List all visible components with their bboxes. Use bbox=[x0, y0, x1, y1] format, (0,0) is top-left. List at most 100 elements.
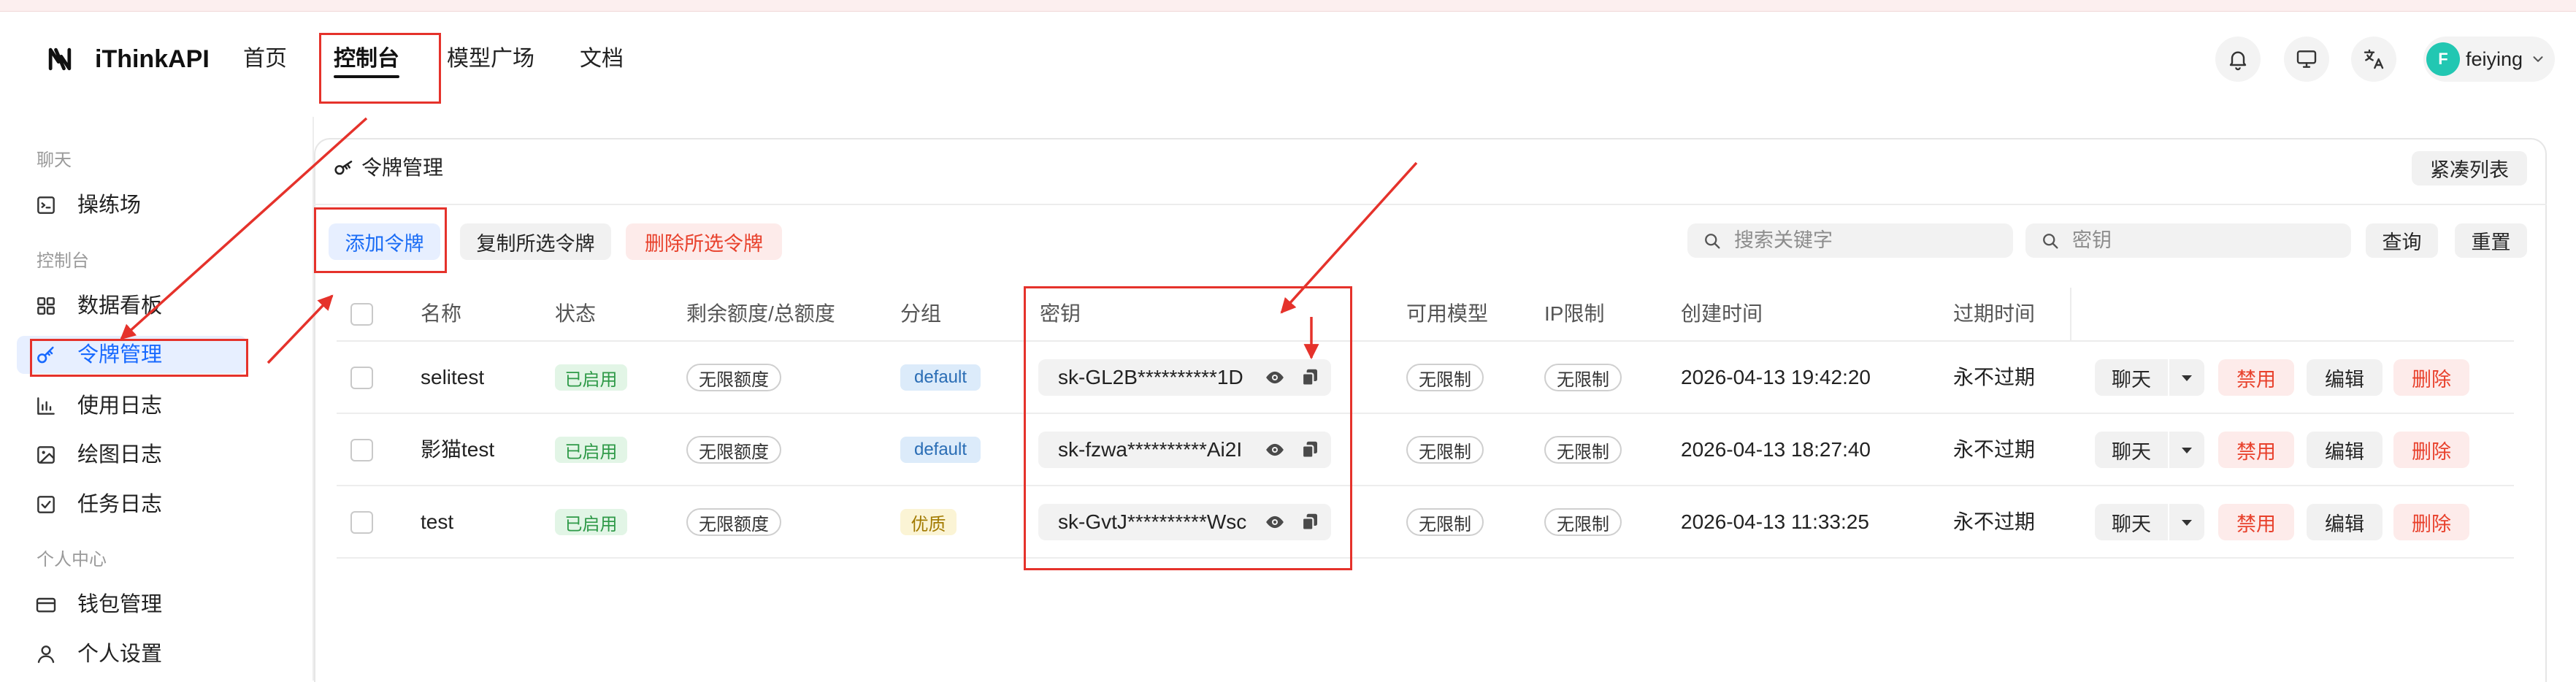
row-divider bbox=[337, 557, 2514, 559]
quota-badge: 无限额度 bbox=[686, 364, 781, 391]
created-time: 2026-04-13 18:27:40 bbox=[1681, 438, 1871, 461]
token-name: selitest bbox=[421, 366, 485, 388]
token-name: test bbox=[421, 510, 454, 533]
brand-logo-icon[interactable] bbox=[44, 43, 76, 75]
edit-button[interactable]: 编辑 bbox=[2307, 359, 2383, 396]
chevron-down-icon bbox=[2530, 51, 2546, 67]
search-icon bbox=[2040, 231, 2061, 251]
group-badge: 优质 bbox=[900, 509, 957, 535]
nav-home[interactable]: 首页 bbox=[243, 45, 287, 74]
sidebar-item-dashboard[interactable]: 数据看板 bbox=[17, 287, 247, 325]
disable-button[interactable]: 禁用 bbox=[2218, 504, 2294, 540]
quota-badge: 无限额度 bbox=[686, 436, 781, 464]
row-checkbox[interactable] bbox=[350, 367, 373, 389]
nav-model-square[interactable]: 模型广场 bbox=[447, 45, 534, 74]
annotation-box-key-column bbox=[1024, 286, 1352, 570]
nav-docs[interactable]: 文档 bbox=[580, 45, 624, 74]
column-header-group[interactable]: 分组 bbox=[900, 301, 941, 327]
models-badge: 无限制 bbox=[1406, 364, 1484, 391]
user-name: feiying bbox=[2466, 48, 2523, 70]
sidebar-section-chat: 聊天 bbox=[37, 150, 72, 170]
expire-time: 永不过期 bbox=[1953, 366, 2036, 388]
actions-column-divider bbox=[2070, 288, 2071, 340]
brand-name[interactable]: iThinkAPI bbox=[95, 45, 210, 74]
column-header-status[interactable]: 状态 bbox=[555, 301, 596, 327]
annotation-box-sidebar-token bbox=[30, 339, 248, 377]
sidebar-item-label: 操练场 bbox=[77, 194, 142, 217]
token-name: 影猫test bbox=[421, 438, 495, 461]
delete-button[interactable]: 删除 bbox=[2393, 432, 2469, 468]
annotation-box-add-token bbox=[314, 207, 447, 273]
ip-limit-badge: 无限制 bbox=[1544, 364, 1622, 391]
ip-limit-badge: 无限制 bbox=[1544, 508, 1622, 536]
column-header-name[interactable]: 名称 bbox=[421, 301, 461, 327]
expire-time: 永不过期 bbox=[1953, 510, 2036, 533]
edit-button[interactable]: 编辑 bbox=[2307, 504, 2383, 540]
chat-button[interactable]: 聊天 bbox=[2095, 504, 2168, 540]
keyword-search-input[interactable] bbox=[1734, 226, 1997, 255]
column-header-created[interactable]: 创建时间 bbox=[1681, 301, 1763, 327]
sidebar-item-settings[interactable]: 个人设置 bbox=[17, 635, 247, 673]
reset-button[interactable]: 重置 bbox=[2455, 223, 2527, 258]
playground-icon bbox=[34, 194, 58, 217]
sidebar-item-wallet[interactable]: 钱包管理 bbox=[17, 586, 247, 624]
translate-icon bbox=[2362, 47, 2385, 71]
status-badge: 已启用 bbox=[555, 364, 627, 391]
column-header-expires[interactable]: 过期时间 bbox=[1953, 301, 2035, 327]
page-title: 令牌管理 bbox=[361, 156, 444, 179]
wallet-icon bbox=[34, 593, 58, 616]
ip-limit-badge: 无限制 bbox=[1544, 436, 1622, 464]
sidebar-item-label: 钱包管理 bbox=[77, 593, 163, 616]
avatar: F bbox=[2426, 42, 2460, 76]
row-checkbox[interactable] bbox=[350, 439, 373, 461]
row-checkbox[interactable] bbox=[350, 511, 373, 534]
query-button[interactable]: 查询 bbox=[2366, 223, 2438, 258]
delete-selected-tokens-button[interactable]: 删除所选令牌 bbox=[626, 223, 782, 260]
select-all-checkbox[interactable] bbox=[350, 303, 373, 326]
sidebar-section-console: 控制台 bbox=[37, 251, 89, 271]
key-search-input[interactable] bbox=[2072, 226, 2335, 255]
notifications-button[interactable] bbox=[2215, 37, 2261, 82]
sidebar-item-label: 个人设置 bbox=[77, 643, 163, 666]
display-mode-button[interactable] bbox=[2284, 37, 2329, 82]
key-search-field[interactable] bbox=[2025, 223, 2351, 258]
chat-button[interactable]: 聊天 bbox=[2095, 359, 2168, 396]
group-badge: default bbox=[900, 437, 981, 463]
sidebar-item-label: 数据看板 bbox=[77, 294, 163, 318]
status-badge: 已启用 bbox=[555, 437, 627, 463]
disable-button[interactable]: 禁用 bbox=[2218, 359, 2294, 396]
chat-dropdown-button[interactable] bbox=[2169, 432, 2204, 468]
keyword-search-field[interactable] bbox=[1687, 223, 2013, 258]
edit-button[interactable]: 编辑 bbox=[2307, 432, 2383, 468]
compact-list-toggle[interactable]: 紧凑列表 bbox=[2412, 151, 2527, 185]
card-header-divider bbox=[314, 204, 2547, 205]
monitor-icon bbox=[2295, 47, 2318, 71]
sidebar-item-playground[interactable]: 操练场 bbox=[17, 186, 247, 224]
group-badge: default bbox=[900, 364, 981, 391]
delete-button[interactable]: 删除 bbox=[2393, 504, 2469, 540]
user-menu-button[interactable]: F feiying bbox=[2423, 37, 2555, 82]
annotation-box-nav-console bbox=[319, 33, 441, 104]
chat-dropdown-button[interactable] bbox=[2169, 359, 2204, 396]
created-time: 2026-04-13 19:42:20 bbox=[1681, 366, 1871, 388]
expire-time: 永不过期 bbox=[1953, 438, 2036, 461]
dashboard-icon bbox=[34, 294, 58, 318]
language-button[interactable] bbox=[2351, 37, 2396, 82]
copy-selected-tokens-button[interactable]: 复制所选令牌 bbox=[460, 223, 611, 260]
disable-button[interactable]: 禁用 bbox=[2218, 432, 2294, 468]
column-header-ip-limit[interactable]: IP限制 bbox=[1544, 301, 1604, 327]
bell-icon bbox=[2226, 47, 2250, 71]
created-time: 2026-04-13 11:33:25 bbox=[1681, 510, 1869, 533]
top-banner-strip bbox=[0, 0, 2576, 12]
delete-button[interactable]: 删除 bbox=[2393, 359, 2469, 396]
quota-badge: 无限额度 bbox=[686, 508, 781, 536]
key-icon bbox=[332, 156, 356, 180]
chat-dropdown-button[interactable] bbox=[2169, 504, 2204, 540]
models-badge: 无限制 bbox=[1406, 508, 1484, 536]
column-header-models[interactable]: 可用模型 bbox=[1406, 301, 1488, 327]
chat-button[interactable]: 聊天 bbox=[2095, 432, 2168, 468]
caret-down-icon bbox=[2178, 441, 2196, 459]
column-header-quota[interactable]: 剩余额度/总额度 bbox=[686, 301, 835, 327]
caret-down-icon bbox=[2178, 513, 2196, 531]
models-badge: 无限制 bbox=[1406, 436, 1484, 464]
